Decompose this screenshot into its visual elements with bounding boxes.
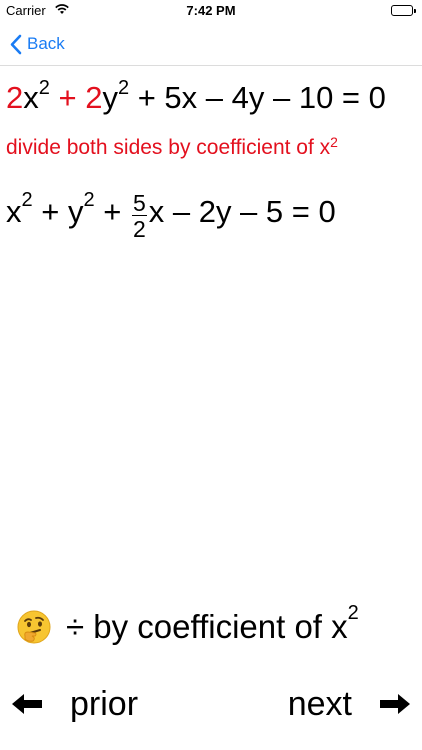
prior-label: prior: [70, 684, 139, 723]
thinking-face-icon: [17, 610, 51, 644]
coefficient-y2: 2: [85, 80, 103, 115]
instruction-exponent: 2: [330, 134, 338, 150]
fraction-denominator: 2: [132, 216, 146, 242]
next-button[interactable]: next: [288, 680, 412, 728]
clock-time: 7:42 PM: [186, 3, 236, 18]
coefficient-x2: 2: [6, 80, 24, 115]
equation-result: x2 + y2 + 52x – 2y – 5 = 0: [6, 189, 336, 242]
eq2-x: x: [6, 194, 22, 229]
eq1-x: x: [23, 80, 39, 115]
fraction: 52: [131, 190, 147, 242]
back-label: Back: [27, 34, 65, 53]
eq1-y: y: [102, 80, 118, 115]
eq2-plus: +: [94, 194, 130, 229]
eq1-x-exponent: 2: [38, 77, 50, 99]
status-bar: Carrier 7:42 PM: [0, 0, 422, 22]
eq1-rest: + 5x – 4y – 10 = 0: [129, 80, 386, 115]
prior-button[interactable]: prior: [10, 680, 138, 728]
eq2-rest: x – 2y – 5 = 0: [148, 194, 336, 229]
chevron-left-icon: [10, 34, 22, 54]
hint-text: ÷ by coefficient of x: [66, 608, 348, 645]
hint-row: ÷ by coefficient of x2: [16, 603, 359, 646]
equation-original: 2x2 + 2y2 + 5x – 4y – 10 = 0: [6, 77, 386, 116]
eq1-plus: +: [49, 80, 86, 115]
navigation-bar: Back: [0, 22, 422, 66]
eq1-y-exponent: 2: [117, 77, 130, 99]
instruction-text: divide both sides by coefficient of x: [6, 136, 331, 159]
back-button[interactable]: Back: [10, 31, 65, 57]
battery-icon: [391, 5, 416, 16]
fraction-numerator: 5: [131, 190, 147, 216]
eq2-plus-y: + y: [32, 194, 84, 229]
step-instruction: divide both sides by coefficient of x2: [6, 134, 338, 160]
arrow-left-icon: [12, 694, 42, 714]
next-label: next: [287, 684, 352, 723]
arrow-right-icon: [380, 694, 410, 714]
